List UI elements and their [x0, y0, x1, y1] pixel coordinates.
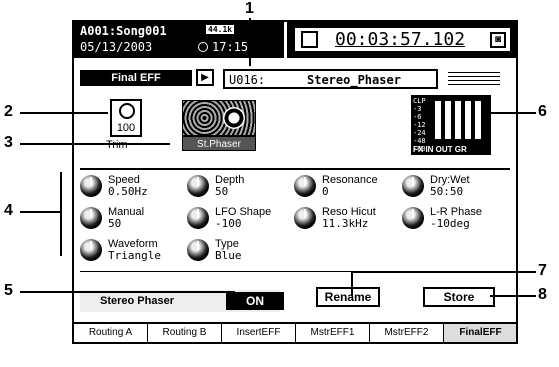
- knob-icon: [80, 207, 102, 229]
- callout-line: [490, 295, 536, 297]
- callout-4: 4: [4, 202, 13, 219]
- knob-icon: [80, 239, 102, 261]
- counter-value: 00:03:57.102: [335, 29, 466, 50]
- callout-line: [249, 18, 251, 66]
- callout-line: [60, 172, 62, 256]
- preset-name: Stereo_Phaser: [307, 73, 401, 87]
- callout-line: [490, 112, 536, 114]
- lcd-screen: A001:Song001 44.1k 05/13/2003 17:15 00:0…: [72, 20, 518, 344]
- tab-mstr-eff1[interactable]: MstrEFF1: [296, 324, 370, 342]
- tab-final-eff[interactable]: FinalEFF: [444, 324, 516, 342]
- store-button[interactable]: Store: [423, 287, 495, 307]
- song-name: A001:Song001: [80, 24, 167, 38]
- song-date: 05/13/2003: [80, 40, 153, 54]
- callout-6: 6: [538, 103, 547, 120]
- preset-select[interactable]: U016: Stereo_Phaser: [223, 69, 438, 89]
- song-info-bar: A001:Song001 44.1k 05/13/2003 17:15: [74, 22, 284, 58]
- level-meter: CLP -3 -6 -12 -24 -48 -60 FX IN OUT GR: [411, 95, 491, 155]
- knob-icon: [80, 175, 102, 197]
- tab-routing-b[interactable]: Routing B: [148, 324, 222, 342]
- knob-icon: [187, 207, 209, 229]
- knob-icon: [187, 239, 209, 261]
- clock-icon[interactable]: [301, 31, 318, 48]
- callout-line: [351, 271, 536, 273]
- page-title: Final EFF: [80, 70, 192, 86]
- knob-icon: [187, 175, 209, 197]
- meter-bar: [455, 101, 461, 139]
- callout-7: 7: [538, 262, 547, 279]
- time-counter: 00:03:57.102 ◙: [287, 22, 516, 58]
- song-time: 17:15: [212, 40, 249, 54]
- knob-icon: [119, 103, 135, 119]
- meter-footer: FX IN OUT GR: [413, 145, 467, 154]
- effect-on-button[interactable]: ON: [226, 292, 284, 310]
- effect-graphic: [182, 100, 256, 136]
- callout-line: [20, 291, 235, 293]
- algorithm-button[interactable]: St.Phaser: [182, 136, 256, 151]
- tab-routing-a[interactable]: Routing A: [74, 324, 148, 342]
- meter-bar: [475, 101, 481, 139]
- knob-icon: [402, 207, 424, 229]
- preset-number: U016:: [229, 73, 266, 87]
- callout-line: [20, 211, 60, 213]
- callout-8: 8: [538, 286, 547, 303]
- callout-2: 2: [4, 103, 13, 120]
- parameter-grid: Speed 0.50Hz Depth 50 Resonance 0 Dry:Wet 50…: [80, 168, 510, 272]
- rename-button[interactable]: Rename: [316, 287, 380, 307]
- knob-icon: [294, 207, 316, 229]
- tab-bar: Routing A Routing B InsertEFF MstrEFF1 M…: [74, 322, 516, 342]
- trim-value: 100: [116, 122, 136, 134]
- knob-icon: [294, 175, 316, 197]
- tab-mstr-eff2[interactable]: MstrEFF2: [370, 324, 444, 342]
- meter-bar: [435, 101, 441, 139]
- meter-bar: [445, 101, 451, 139]
- callout-line: [351, 271, 353, 296]
- callout-5: 5: [4, 282, 13, 299]
- meter-bar: [465, 101, 471, 139]
- knob-icon: [402, 175, 424, 197]
- clock-icon: [198, 42, 208, 52]
- play-icon[interactable]: ▶: [196, 69, 214, 86]
- sample-rate-badge: 44.1k: [206, 25, 235, 34]
- callout-line: [20, 143, 170, 145]
- settings-icon[interactable]: ◙: [490, 32, 506, 48]
- trim-label: Trim: [106, 139, 128, 151]
- callout-3: 3: [4, 134, 13, 151]
- trim-knob[interactable]: 100: [110, 99, 142, 137]
- decorative-stripes: [448, 72, 500, 88]
- callout-1: 1: [245, 0, 254, 17]
- callout-line: [20, 112, 108, 114]
- tab-insert-eff[interactable]: InsertEFF: [222, 324, 296, 342]
